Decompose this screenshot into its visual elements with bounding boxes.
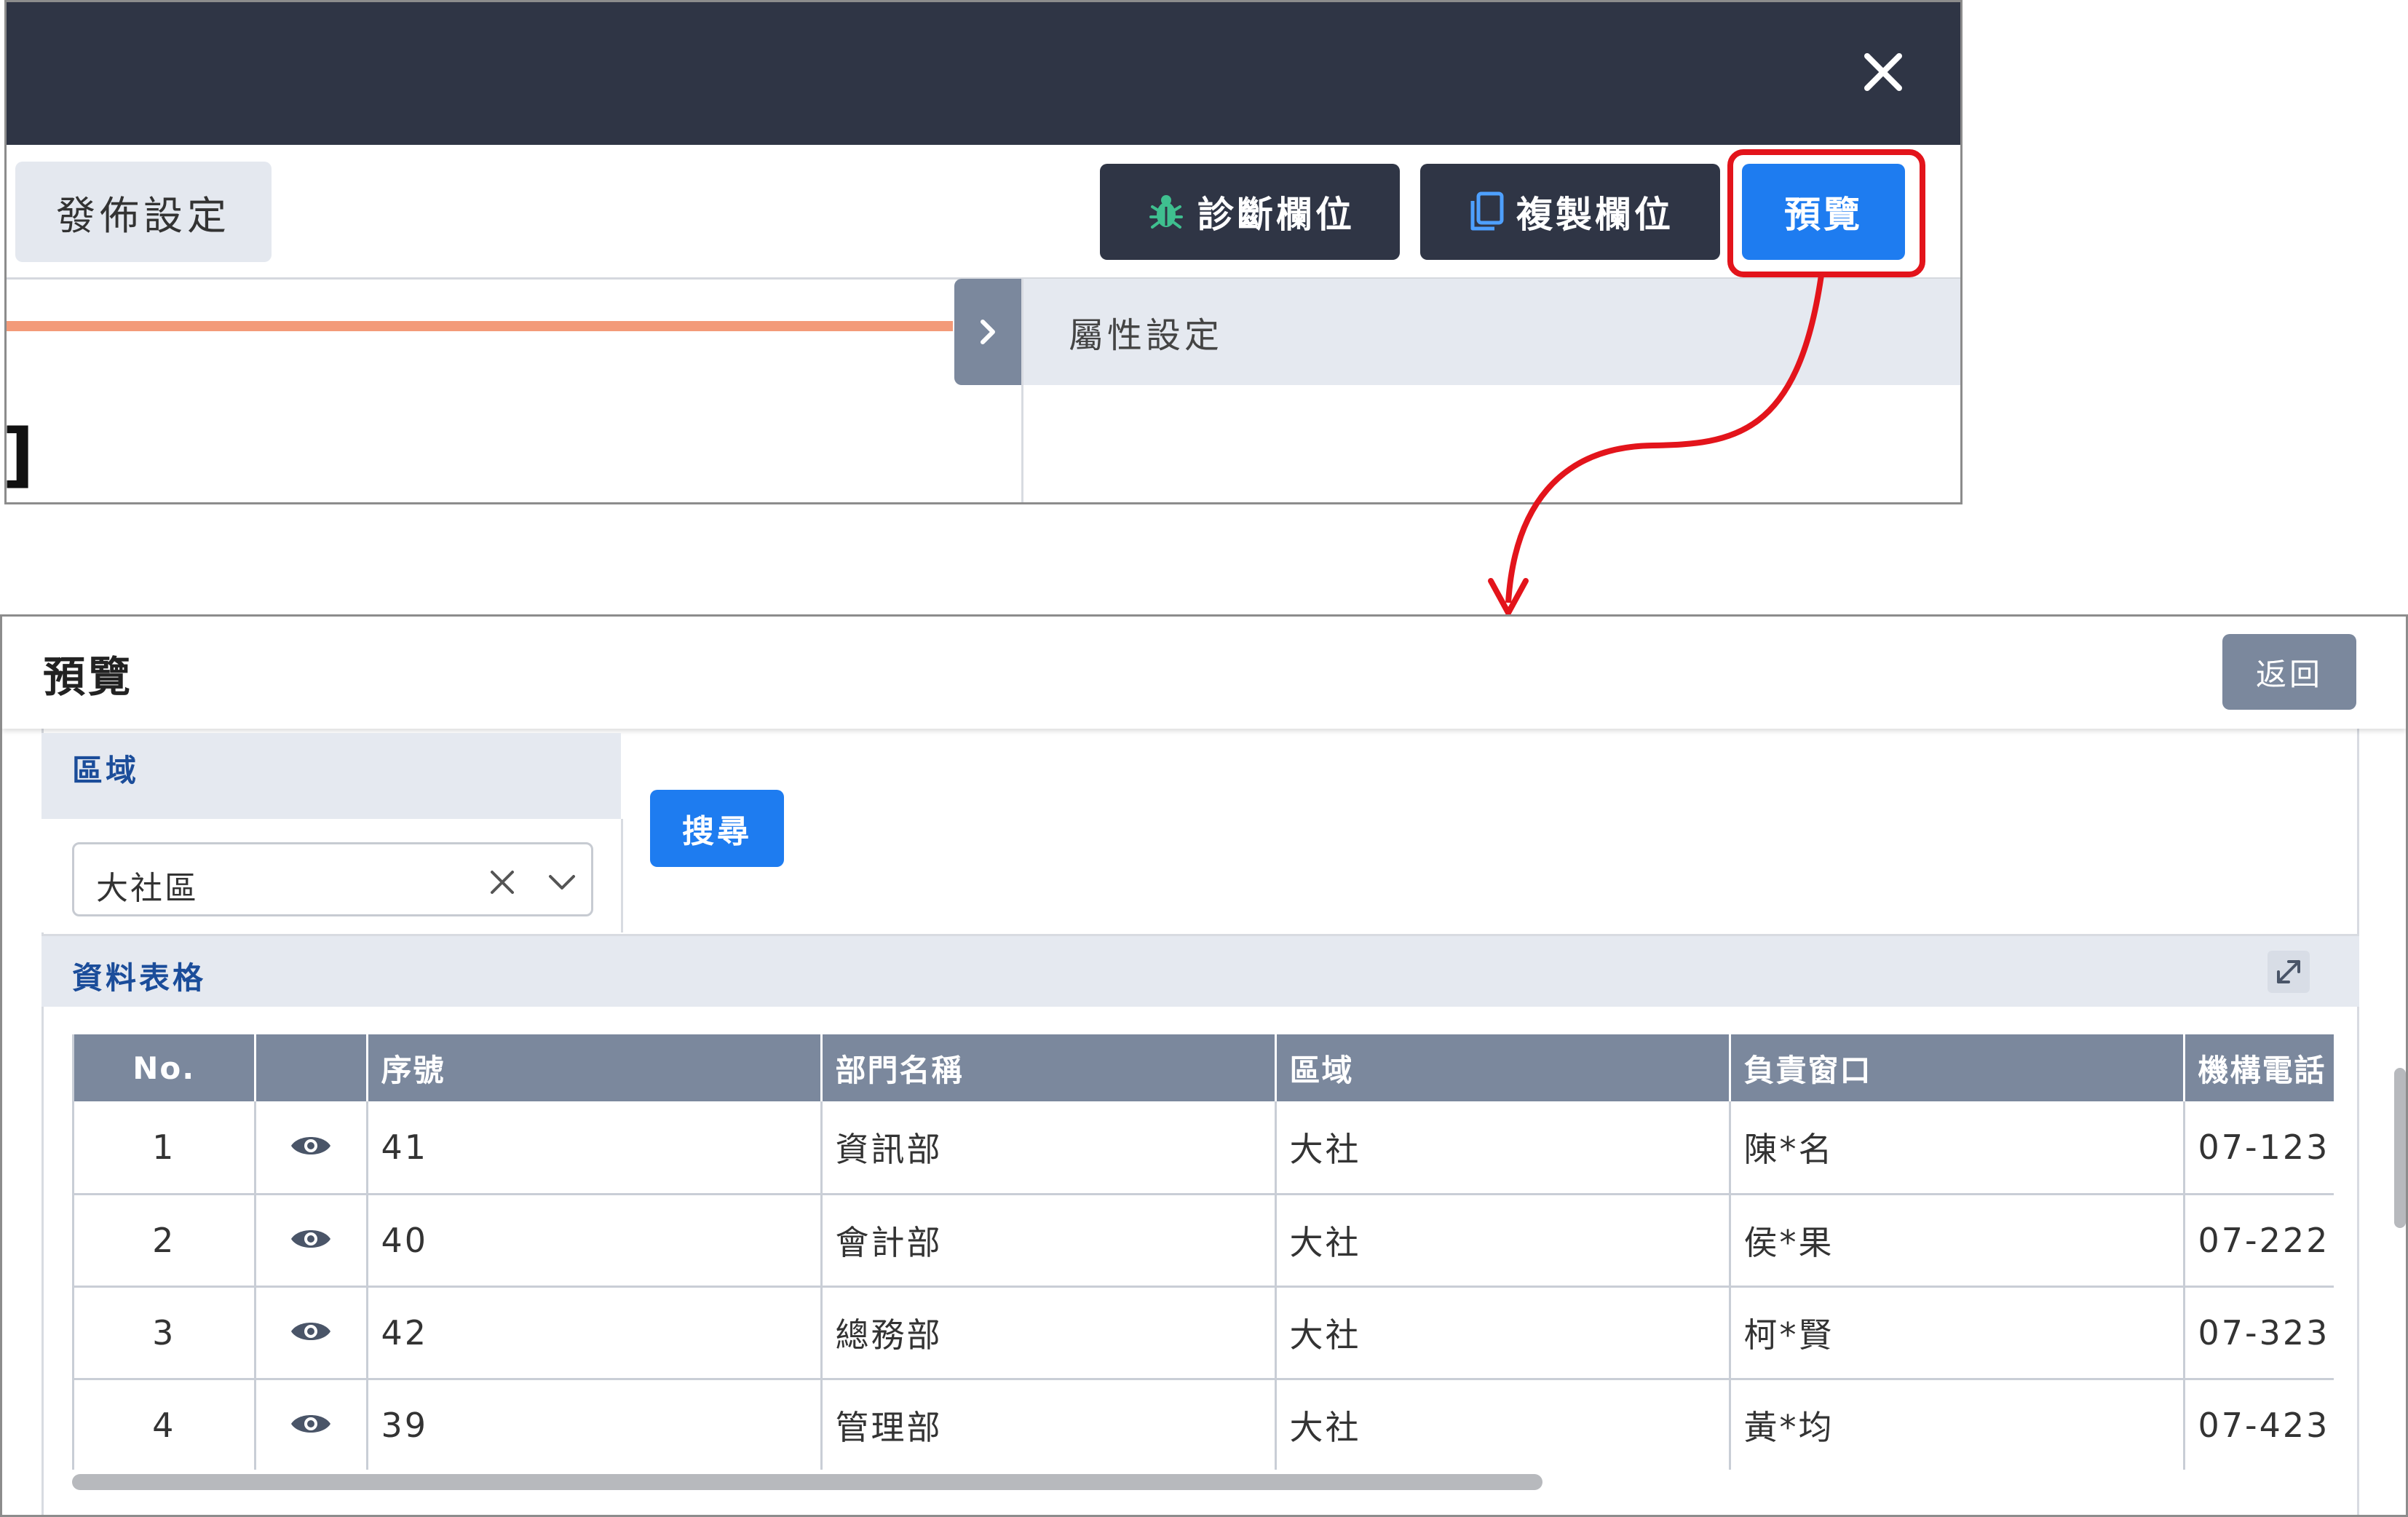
- region-select-value: 大社區: [96, 870, 199, 907]
- cell-serial: 42: [367, 1286, 823, 1380]
- selected-field-line: [7, 321, 953, 331]
- cell-no: 4: [74, 1379, 256, 1470]
- cell-serial: 39: [367, 1379, 823, 1470]
- chevron-right-icon: [981, 320, 995, 344]
- cell-no: 1: [74, 1101, 256, 1195]
- cell-contact: 黃*均: [1730, 1379, 2185, 1470]
- cell-phone: 07-123: [2184, 1101, 2334, 1195]
- view-cell: [255, 1379, 368, 1470]
- bug-icon: [1149, 195, 1183, 229]
- diagnose-fields-label: 診斷欄位: [1197, 194, 1355, 236]
- vertical-scrollbar[interactable]: [2394, 1068, 2406, 1228]
- region-filter-label: 區域: [72, 753, 140, 788]
- cell-contact: 陳*名: [1730, 1101, 2185, 1195]
- cell-no: 3: [74, 1286, 256, 1380]
- column-header-no[interactable]: No.: [74, 1034, 256, 1101]
- cell-region: 大社: [1275, 1286, 1731, 1380]
- column-header-department[interactable]: 部門名稱: [821, 1034, 1277, 1101]
- copy-fields-label: 複製欄位: [1516, 194, 1674, 236]
- cell-phone: 07-222: [2184, 1194, 2334, 1288]
- cell-no: 2: [74, 1194, 256, 1288]
- close-icon: [1864, 53, 1902, 91]
- expand-button[interactable]: [2268, 951, 2310, 993]
- panel-toggle-handle[interactable]: [954, 279, 1021, 385]
- copy-fields-button[interactable]: 複製欄位: [1420, 164, 1720, 260]
- eye-icon[interactable]: [290, 1133, 332, 1159]
- table-header-row: No. 序號 部門名稱 區域 負責窗口 機構電話: [74, 1034, 2334, 1101]
- cell-department: 資訊部: [821, 1101, 1277, 1195]
- cell-contact: 柯*賢: [1730, 1286, 2185, 1380]
- column-header-phone[interactable]: 機構電話: [2184, 1034, 2334, 1101]
- preview-window: 預覽 返回 區域 大社區 搜尋 資料表格 No. 序號 部門名稱 區域 負責窗口…: [0, 614, 2408, 1517]
- table-row: 1 41 資訊部 大社 陳*名 07-123: [74, 1101, 2334, 1195]
- cell-phone: 07-423: [2184, 1379, 2334, 1470]
- data-grid-title: 資料表格: [72, 960, 207, 996]
- cell-region: 大社: [1275, 1194, 1731, 1288]
- region-filter-header: 區域: [41, 733, 621, 819]
- data-grid-header: 資料表格: [41, 934, 2359, 1007]
- close-button[interactable]: [1855, 44, 1911, 100]
- back-button[interactable]: 返回: [2222, 634, 2356, 710]
- cell-department: 會計部: [821, 1194, 1277, 1288]
- table-row: 4 39 管理部 大社 黃*均 07-423: [74, 1379, 2334, 1470]
- cell-region: 大社: [1275, 1379, 1731, 1470]
- cell-department: 總務部: [821, 1286, 1277, 1380]
- eye-icon[interactable]: [290, 1411, 332, 1437]
- cell-department: 管理部: [821, 1379, 1277, 1470]
- data-table-container: No. 序號 部門名稱 區域 負責窗口 機構電話 1 41 資訊部 大社 陳*名: [72, 1034, 2334, 1470]
- publish-settings-button[interactable]: 發佈設定: [15, 162, 272, 262]
- cropped-text: ]: [4, 414, 34, 496]
- cell-contact: 侯*果: [1730, 1194, 2185, 1288]
- view-cell: [255, 1286, 368, 1380]
- table-row: 2 40 會計部 大社 侯*果 07-222: [74, 1194, 2334, 1288]
- preview-header: 預覽 返回: [2, 617, 2406, 729]
- copy-icon: [1470, 191, 1504, 231]
- view-cell: [255, 1194, 368, 1288]
- data-table: No. 序號 部門名稱 區域 負責窗口 機構電話 1 41 資訊部 大社 陳*名: [74, 1034, 2334, 1470]
- diagnose-fields-button[interactable]: 診斷欄位: [1100, 164, 1400, 260]
- region-filter-area: 大社區: [41, 819, 623, 932]
- cell-serial: 40: [367, 1194, 823, 1288]
- editor-top-bar: [7, 2, 1960, 145]
- cell-region: 大社: [1275, 1101, 1731, 1195]
- editor-window: 發佈設定 診斷欄位 複製欄位 預覽 ] 屬性設定: [4, 0, 1963, 504]
- column-header-contact[interactable]: 負責窗口: [1730, 1034, 2185, 1101]
- region-select[interactable]: 大社區: [72, 842, 593, 916]
- search-button[interactable]: 搜尋: [650, 790, 784, 867]
- cell-serial: 41: [367, 1101, 823, 1195]
- cell-phone: 07-323: [2184, 1286, 2334, 1380]
- expand-icon: [2277, 960, 2300, 983]
- preview-button-highlight: [1727, 149, 1925, 277]
- property-panel-title: 屬性設定: [1023, 279, 1960, 385]
- column-header-view: [255, 1034, 368, 1101]
- column-header-region[interactable]: 區域: [1275, 1034, 1731, 1101]
- property-panel: 屬性設定: [1021, 279, 1960, 502]
- column-header-serial[interactable]: 序號: [367, 1034, 823, 1101]
- clear-icon[interactable]: [486, 866, 518, 898]
- view-cell: [255, 1101, 368, 1195]
- table-row: 3 42 總務部 大社 柯*賢 07-323: [74, 1286, 2334, 1380]
- eye-icon[interactable]: [290, 1226, 332, 1252]
- preview-title: 預覽: [43, 652, 134, 702]
- horizontal-scrollbar[interactable]: [72, 1474, 1542, 1490]
- chevron-down-icon[interactable]: [546, 868, 578, 897]
- eye-icon[interactable]: [290, 1318, 332, 1344]
